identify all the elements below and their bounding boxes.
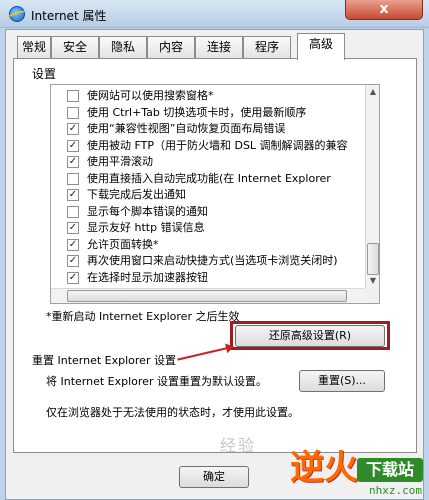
close-button[interactable]: x	[345, 0, 423, 20]
settings-title: 设置	[32, 67, 57, 81]
checkbox-checked-icon[interactable]: ✓	[67, 139, 79, 152]
reset-heading: 重置 Internet Explorer 设置	[32, 354, 176, 367]
checkbox-unchecked-icon[interactable]	[67, 90, 79, 102]
checkbox-checked-icon[interactable]: ✓	[67, 123, 79, 135]
setting-label: 下载完成后发出通知	[87, 188, 186, 201]
settings-list[interactable]: 使网站可以使用搜索窗格* 使用 Ctrl+Tab 切换选项卡时，使用最新顺序 ✓ 使用…	[50, 84, 380, 304]
setting-label: 显示每个脚本错误的通知	[87, 204, 208, 218]
scroll-thumb[interactable]	[367, 243, 379, 275]
setting-label: 显示友好 http 错误信息	[87, 221, 205, 234]
tab-programs[interactable]: 程序	[243, 36, 291, 58]
internet-explorer-icon	[9, 6, 25, 22]
vertical-scrollbar[interactable]: ▲ ▼	[365, 85, 379, 288]
checkbox-checked-icon[interactable]: ✓	[67, 156, 79, 168]
checkbox-checked-icon[interactable]: ✓	[67, 189, 79, 201]
watermark: 经验	[220, 436, 257, 455]
tab-content[interactable]: 内容	[147, 36, 195, 58]
horizontal-scroll-thumb[interactable]	[67, 290, 347, 302]
setting-label: 使用“兼容性视图”自动恢复页面布局错误	[87, 122, 286, 135]
reset-description: 将 Internet Explorer 设置重置为默认设置。	[46, 375, 267, 388]
tab-security[interactable]: 安全	[51, 36, 99, 58]
site-logo-url: nhxz.com	[369, 484, 422, 497]
setting-label: 使用被动 FTP（用于防火墙和 DSL 调制解调器的兼容	[87, 138, 348, 152]
reset-note: 仅在浏览器处于无法使用的状态时，才使用此设置。	[46, 406, 299, 419]
site-logo: 逆火	[290, 448, 358, 488]
tab-general[interactable]: 常规	[17, 36, 51, 58]
site-logo-badge: 下载站	[357, 458, 423, 482]
setting-label: 允许页面转换*	[87, 237, 159, 251]
scroll-corner	[365, 288, 379, 303]
setting-label: 使用平滑滚动	[87, 155, 153, 168]
tab-privacy[interactable]: 隐私	[99, 36, 147, 58]
ok-button[interactable]: 确定	[179, 466, 249, 488]
checkbox-checked-icon[interactable]: ✓	[67, 271, 79, 284]
checkbox-checked-icon[interactable]: ✓	[67, 238, 79, 251]
scroll-down-icon[interactable]: ▼	[366, 274, 379, 288]
checkbox-unchecked-icon[interactable]	[67, 106, 79, 119]
window-title: Internet 属性	[31, 9, 107, 23]
restart-note: *重新启动 Internet Explorer 之后生效	[46, 310, 240, 323]
checkbox-checked-icon[interactable]: ✓	[67, 222, 79, 234]
checkbox-unchecked-icon[interactable]	[67, 172, 79, 185]
tab-advanced[interactable]: 高级	[297, 33, 345, 60]
setting-label: 使用 Ctrl+Tab 切换选项卡时，使用最新顺序	[87, 105, 307, 119]
scroll-up-icon[interactable]: ▲	[366, 85, 379, 99]
setting-label: 在选择时显示加速器按钮	[87, 270, 208, 284]
horizontal-scrollbar[interactable]	[51, 288, 365, 303]
checkbox-unchecked-icon[interactable]	[67, 205, 79, 218]
checkbox-checked-icon[interactable]: ✓	[67, 255, 79, 267]
highlight-annotation	[230, 321, 390, 350]
setting-label: 使用直接插入自动完成功能(在 Internet Explorer	[87, 171, 331, 185]
setting-label: 使网站可以使用搜索窗格*	[87, 89, 214, 102]
tab-connections[interactable]: 连接	[195, 36, 243, 58]
reset-button[interactable]: 重置(S)...	[299, 370, 385, 392]
setting-label: 再次使用窗口来启动快捷方式(当选项卡浏览关闭时)	[87, 254, 338, 267]
